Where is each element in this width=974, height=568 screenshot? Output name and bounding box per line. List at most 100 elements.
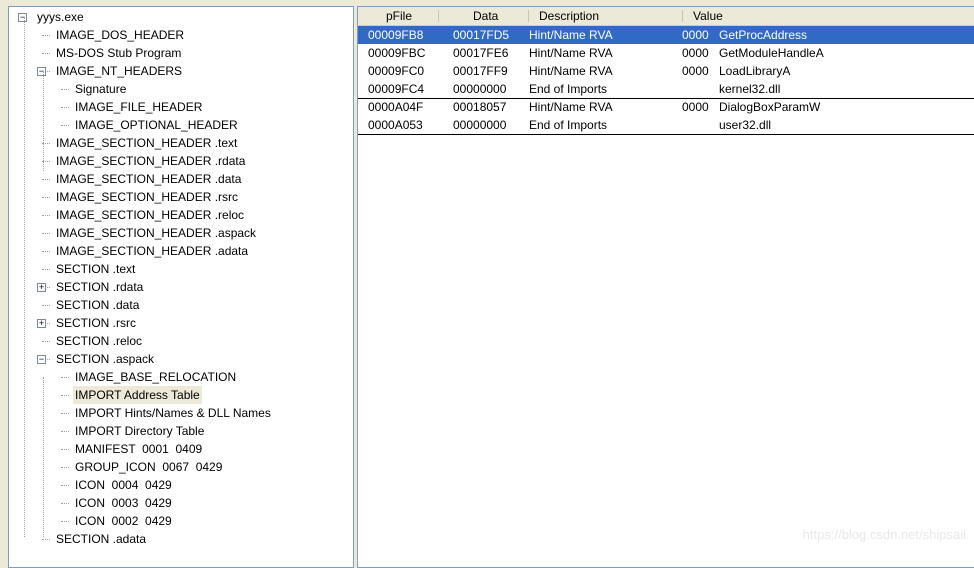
tree-connector — [42, 341, 50, 342]
cell-hint: 0000 — [682, 28, 709, 42]
tree-connector — [42, 215, 50, 216]
cell-desc: End of Imports — [529, 118, 608, 132]
tree-connector — [61, 107, 69, 108]
cell-pfile: 00009FB8 — [368, 28, 424, 42]
column-header-description[interactable]: Description — [539, 7, 599, 25]
tree-connector — [42, 269, 50, 270]
tree-item[interactable]: IMPORT Directory Table — [73, 422, 206, 440]
cell-desc: Hint/Name RVA — [529, 64, 613, 78]
tree-item[interactable]: MANIFEST 0001 0409 — [73, 440, 204, 458]
tree-connector — [61, 395, 69, 396]
tree-connector — [42, 197, 50, 198]
tree-item[interactable]: SECTION .adata — [54, 530, 148, 548]
tree-item[interactable]: IMAGE_SECTION_HEADER .rdata — [54, 152, 247, 170]
table-row[interactable]: 00009FBC 00017FE6 Hint/Name RVA 0000 GetModu… — [358, 44, 974, 62]
tree-connector — [42, 233, 50, 234]
details-list[interactable]: pFile Data Description Value 00009FB8 000… — [357, 6, 974, 568]
cell-data: 00017FF9 — [453, 64, 508, 78]
collapse-icon[interactable]: − — [18, 13, 27, 22]
tree-connector — [61, 89, 69, 90]
collapse-icon[interactable]: − — [37, 67, 46, 76]
cell-data: 00017FD5 — [453, 28, 510, 42]
tree-connector — [61, 125, 69, 126]
tree-connector — [42, 179, 50, 180]
tree-connector — [61, 449, 69, 450]
tree-connector — [61, 377, 69, 378]
column-header-data[interactable]: Data — [473, 7, 498, 25]
tree-item[interactable]: yyys.exe — [35, 8, 86, 26]
tree-item[interactable]: ICON 0003 0429 — [73, 494, 174, 512]
tree-connector — [42, 53, 50, 54]
tree-connector — [24, 17, 25, 537]
cell-desc: Hint/Name RVA — [529, 28, 613, 42]
cell-pfile: 00009FBC — [368, 46, 426, 60]
tree-item[interactable]: IMAGE_SECTION_HEADER .text — [54, 134, 239, 152]
tree-item[interactable]: IMAGE_SECTION_HEADER .rsrc — [54, 188, 240, 206]
cell-name: DialogBoxParamW — [719, 100, 821, 114]
tree-item[interactable]: IMAGE_DOS_HEADER — [54, 26, 186, 44]
tree-view[interactable]: yyys.exe − IMAGE_DOS_HEADER MS-DOS Stub Pro… — [8, 6, 354, 568]
tree-item[interactable]: IMAGE_OPTIONAL_HEADER — [73, 116, 240, 134]
tree-item[interactable]: IMAGE_SECTION_HEADER .adata — [54, 242, 250, 260]
watermark: https://blog.csdn.net/shipsail — [802, 527, 966, 542]
tree-item[interactable]: SECTION .reloc — [54, 332, 144, 350]
cell-name: GetModuleHandleA — [719, 46, 824, 60]
tree-item[interactable]: SECTION .data — [54, 296, 141, 314]
column-header-pfile[interactable]: pFile — [386, 7, 412, 25]
cell-pfile: 0000A053 — [368, 118, 423, 132]
tree-item[interactable]: IMPORT Hints/Names & DLL Names — [73, 404, 273, 422]
expand-icon[interactable]: + — [37, 283, 46, 292]
tree-connector — [61, 503, 69, 504]
tree-item[interactable]: IMPORT Address Table — [73, 386, 202, 404]
tree-item[interactable]: IMAGE_NT_HEADERS — [54, 62, 184, 80]
tree-connector — [61, 413, 69, 414]
tree-item[interactable]: SECTION .aspack — [54, 350, 156, 368]
row-divider — [358, 134, 974, 135]
tree-item[interactable]: ICON 0004 0429 — [73, 476, 174, 494]
tree-connector — [61, 467, 69, 468]
cell-data: 00000000 — [453, 118, 507, 132]
tree-connector — [43, 377, 44, 537]
column-divider[interactable] — [438, 10, 439, 22]
tree-item[interactable]: SECTION .rsrc — [54, 314, 138, 332]
cell-pfile: 00009FC4 — [368, 82, 425, 96]
cell-data: 00018057 — [453, 100, 507, 114]
tree-connector — [61, 521, 69, 522]
column-divider[interactable] — [682, 10, 683, 22]
cell-hint: 0000 — [682, 100, 709, 114]
expand-icon[interactable]: + — [37, 319, 46, 328]
tree-item[interactable]: SECTION .text — [54, 260, 137, 278]
cell-name: LoadLibraryA — [719, 64, 791, 78]
tree-item[interactable]: Signature — [73, 80, 128, 98]
tree-item[interactable]: GROUP_ICON 0067 0429 — [73, 458, 224, 476]
tree-item[interactable]: SECTION .rdata — [54, 278, 145, 296]
tree-item[interactable]: MS-DOS Stub Program — [54, 44, 183, 62]
tree-connector — [42, 305, 50, 306]
column-header-value[interactable]: Value — [693, 7, 723, 25]
tree-item[interactable]: IMAGE_FILE_HEADER — [73, 98, 204, 116]
collapse-icon[interactable]: − — [37, 355, 46, 364]
tree-item[interactable]: ICON 0002 0429 — [73, 512, 174, 530]
table-row[interactable]: 0000A04F 00018057 Hint/Name RVA 0000 DialogB… — [358, 98, 974, 116]
table-row[interactable]: 00009FC4 00000000 End of Imports kernel32.d… — [358, 80, 974, 98]
column-divider[interactable] — [528, 10, 529, 22]
list-header: pFile Data Description Value — [358, 7, 974, 26]
table-row[interactable]: 0000A053 00000000 End of Imports user32.dll — [358, 116, 974, 134]
tree-item[interactable]: IMAGE_BASE_RELOCATION — [73, 368, 238, 386]
cell-pfile: 0000A04F — [368, 100, 424, 114]
table-row[interactable]: 00009FC0 00017FF9 Hint/Name RVA 0000 LoadLib… — [358, 62, 974, 80]
tree-connector — [42, 539, 50, 540]
tree-connector — [43, 71, 44, 171]
tree-connector — [42, 251, 50, 252]
cell-data: 00000000 — [453, 82, 507, 96]
cell-desc: Hint/Name RVA — [529, 46, 613, 60]
table-row[interactable]: 00009FB8 00017FD5 Hint/Name RVA 0000 GetProc… — [358, 26, 974, 44]
cell-desc: End of Imports — [529, 82, 608, 96]
tree-connector — [61, 431, 69, 432]
cell-name: user32.dll — [719, 118, 772, 132]
cell-name: kernel32.dll — [719, 82, 781, 96]
tree-item[interactable]: IMAGE_SECTION_HEADER .data — [54, 170, 243, 188]
cell-name: GetProcAddress — [719, 28, 808, 42]
tree-item[interactable]: IMAGE_SECTION_HEADER .aspack — [54, 224, 258, 242]
tree-item[interactable]: IMAGE_SECTION_HEADER .reloc — [54, 206, 246, 224]
